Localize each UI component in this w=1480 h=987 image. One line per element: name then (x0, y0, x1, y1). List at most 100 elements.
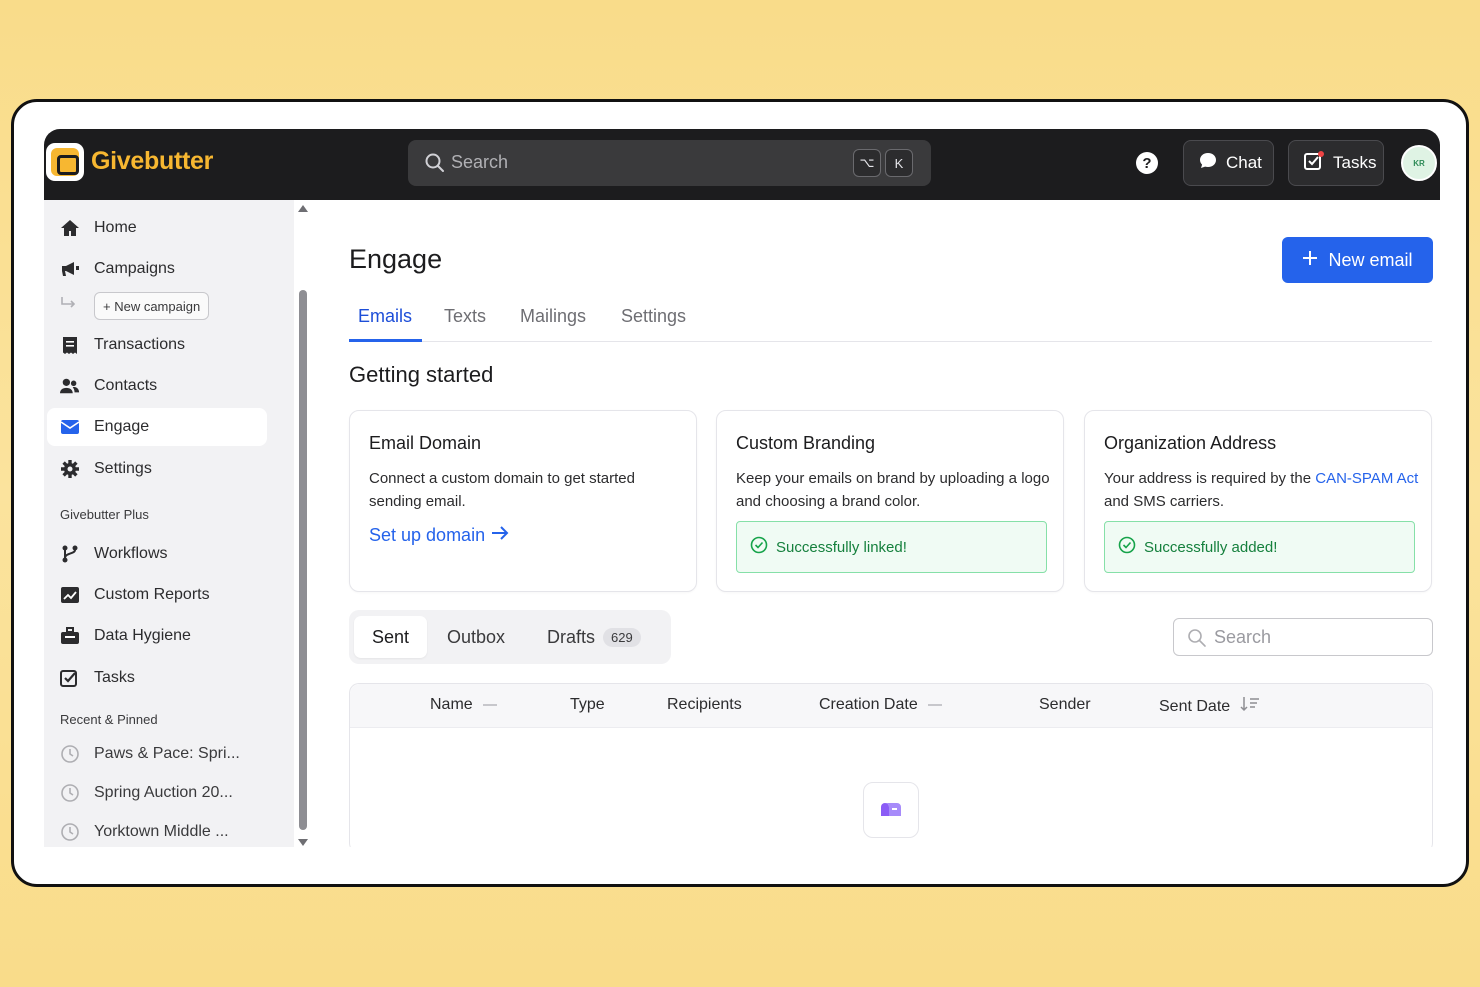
sidebar-item-label: Custom Reports (94, 586, 210, 603)
column-header-type: Type (570, 696, 605, 714)
new-email-label: New email (1328, 249, 1413, 270)
sidebar-item-label: Contacts (94, 377, 158, 394)
tab-outbox[interactable]: Outbox (447, 616, 505, 658)
column-label: Name (430, 696, 473, 713)
organization-address-card: Organization Address Your address is req… (1084, 410, 1432, 592)
custom-branding-card: Custom Branding Keep your emails on bran… (716, 410, 1064, 592)
search-placeholder: Search (451, 152, 509, 172)
givebutter-logo-icon[interactable] (46, 143, 84, 181)
drafts-label: Drafts (547, 626, 596, 647)
screenshot-frame: Givebutter Search ⌥ K ? Chat Tasks KR Ho… (11, 99, 1469, 887)
emails-table: Name Type Recipients Creation Date Sende… (349, 683, 1433, 847)
tab-texts[interactable]: Texts (444, 306, 486, 327)
card-title: Organization Address (1104, 433, 1277, 453)
card-title: Email Domain (369, 433, 482, 453)
page-title: Engage (349, 244, 443, 274)
recent-item-label: Spring Auction 20... (94, 784, 233, 801)
tasks-button[interactable]: Tasks (1288, 140, 1384, 186)
sidebar-item-label: Workflows (94, 545, 168, 562)
check-circle-icon (750, 536, 768, 558)
card-title: Custom Branding (736, 433, 876, 453)
clock-icon (60, 744, 80, 764)
sidebar-item-custom-reports[interactable]: Custom Reports (47, 576, 267, 614)
sidebar-item-label: Home (94, 219, 137, 236)
gear-icon (60, 459, 80, 479)
check-circle-icon (1118, 536, 1136, 558)
chat-button[interactable]: Chat (1183, 140, 1274, 186)
column-label: Sender (1039, 696, 1091, 713)
tab-settings[interactable]: Settings (621, 306, 686, 327)
chat-label: Chat (1226, 153, 1262, 172)
card-description: Your address is required by the CAN-SPAM… (1104, 467, 1419, 513)
tasks-label: Tasks (1333, 153, 1377, 172)
scroll-up-arrow-icon[interactable] (298, 205, 308, 212)
email-list-tabs: Sent Outbox Drafts 629 (349, 610, 671, 664)
tab-mailings[interactable]: Mailings (520, 306, 586, 327)
app-window: Givebutter Search ⌥ K ? Chat Tasks KR Ho… (44, 129, 1440, 847)
givebutter-plus-heading: Givebutter Plus (60, 507, 149, 522)
email-search-input[interactable]: Search (1173, 618, 1433, 656)
tab-emails[interactable]: Emails (358, 306, 412, 327)
sidebar-item-label: Settings (94, 460, 152, 477)
help-icon[interactable]: ? (1136, 152, 1158, 174)
top-bar: Givebutter Search ⌥ K ? Chat Tasks KR (44, 129, 1440, 200)
sidebar-item-label: Tasks (94, 669, 135, 686)
sidebar-item-tasks[interactable]: Tasks (47, 659, 267, 697)
new-email-button[interactable]: New email (1282, 237, 1433, 283)
chat-bubble-icon (1198, 151, 1218, 176)
column-header-name[interactable]: Name (430, 696, 497, 714)
search-icon (1187, 628, 1207, 653)
sidebar-item-campaigns[interactable]: Campaigns (47, 250, 267, 288)
success-text: Successfully added! (1144, 538, 1278, 556)
sort-neutral-icon (927, 704, 942, 706)
engage-tabs: Emails Texts Mailings Settings (349, 296, 1432, 342)
sidebar-item-contacts[interactable]: Contacts (47, 367, 267, 405)
brand-name[interactable]: Givebutter (91, 147, 213, 176)
search-icon (424, 152, 446, 179)
tab-drafts[interactable]: Drafts 629 (547, 616, 641, 658)
global-search[interactable]: Search ⌥ K (408, 140, 931, 186)
recent-item-label: Yorktown Middle ... (94, 823, 229, 840)
set-up-domain-link[interactable]: Set up domain (369, 525, 509, 546)
sidebar-item-workflows[interactable]: Workflows (47, 535, 267, 573)
sidebar-item-settings[interactable]: Settings (47, 450, 267, 488)
sidebar-item-transactions[interactable]: Transactions (47, 326, 267, 364)
new-campaign-button[interactable]: + New campaign (94, 292, 210, 320)
address-success-badge: Successfully added! (1104, 521, 1415, 573)
set-up-domain-label: Set up domain (369, 525, 486, 545)
option-key-hint: ⌥ (853, 149, 881, 177)
drafts-count-badge: 629 (603, 627, 641, 647)
sidebar-scrollbar-thumb[interactable] (299, 290, 307, 830)
k-key-hint: K (885, 149, 913, 177)
recent-item[interactable]: Paws & Pace: Spri... (47, 735, 267, 773)
sidebar-item-label: Transactions (94, 336, 185, 353)
column-label: Sent Date (1159, 697, 1231, 715)
recent-item[interactable]: Spring Auction 20... (47, 774, 267, 812)
megaphone-icon (60, 259, 80, 279)
workflow-icon (60, 544, 80, 564)
column-header-recipients: Recipients (667, 696, 742, 714)
sidebar-item-home[interactable]: Home (47, 209, 267, 247)
toolbox-icon (60, 626, 80, 646)
can-spam-act-link[interactable]: CAN-SPAM Act (1315, 470, 1418, 487)
desc-text: Your address is required by the (1104, 470, 1316, 487)
recent-item[interactable]: Yorktown Middle ... (47, 813, 267, 847)
column-label: Creation Date (819, 696, 918, 713)
sidebar: Home Campaigns + New campaign Transactio… (44, 200, 312, 847)
user-avatar[interactable]: KR (1401, 145, 1437, 181)
sidebar-item-label: Engage (94, 418, 150, 435)
column-header-creation-date[interactable]: Creation Date (819, 696, 942, 714)
scroll-down-arrow-icon[interactable] (298, 839, 308, 846)
sidebar-item-label: Data Hygiene (94, 627, 191, 644)
sidebar-item-data-hygiene[interactable]: Data Hygiene (47, 617, 267, 655)
sub-arrow-icon (60, 296, 78, 317)
column-header-sent-date[interactable]: Sent Date (1159, 696, 1260, 717)
sidebar-item-engage[interactable]: Engage (47, 408, 267, 446)
active-tab-indicator (349, 339, 422, 342)
mail-icon (60, 417, 80, 437)
card-description: Connect a custom domain to get started s… (369, 470, 635, 510)
empty-mailbox-icon (863, 782, 919, 838)
tab-sent[interactable]: Sent (354, 616, 428, 658)
arrow-right-icon (491, 525, 509, 546)
users-icon (60, 376, 80, 396)
